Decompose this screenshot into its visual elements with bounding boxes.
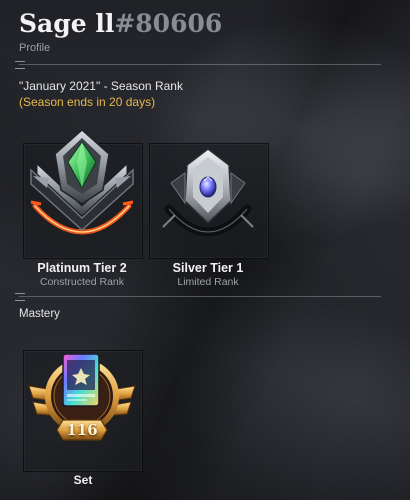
mastery-divider-cap [15, 293, 25, 301]
platinum-rank-icon [30, 128, 134, 235]
header-divider [19, 64, 381, 65]
player-name: Sage ll [19, 9, 115, 38]
set-mastery-label: Set [73, 473, 93, 487]
constructed-rank-tier: Platinum Tier 2 [37, 261, 127, 275]
mastery-section-label: Mastery [19, 308, 60, 320]
limited-rank-tier: Silver Tier 1 [172, 261, 244, 275]
page-subtitle: Profile [19, 42, 51, 54]
constructed-rank-format: Constructed Rank [39, 276, 125, 288]
silver-rank-icon [162, 148, 254, 237]
season-countdown: (Season ends in 20 days) [19, 95, 156, 109]
header-divider-cap [15, 61, 25, 69]
player-name-heading: Sage ll#80606 [19, 8, 222, 40]
player-tag: #80606 [114, 9, 223, 38]
mastery-level: 116 [66, 421, 98, 439]
card-mastery-icon [28, 353, 136, 441]
limited-rank-format: Limited Rank [177, 276, 239, 288]
season-title: "January 2021" - Season Rank [19, 79, 183, 93]
mastery-divider [19, 296, 381, 297]
